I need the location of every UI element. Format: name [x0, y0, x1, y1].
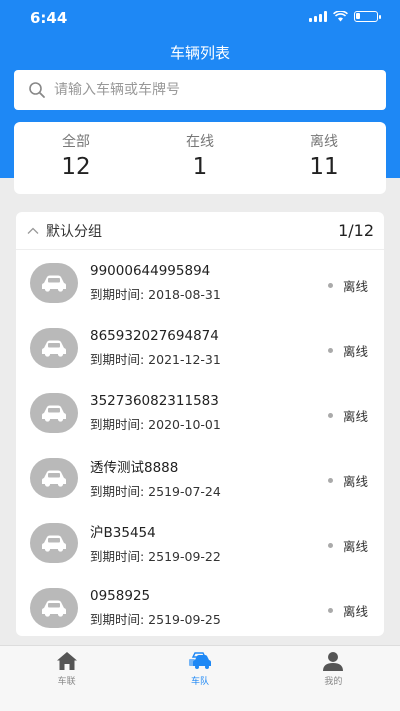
- vehicle-row[interactable]: 沪B35454 到期时间: 2519-09-22 离线: [16, 510, 384, 575]
- stat-label: 全部: [62, 134, 90, 150]
- vehicle-status: 离线: [327, 341, 368, 360]
- car-icon: [42, 340, 66, 357]
- battery-icon: [354, 11, 381, 22]
- vehicle-status-text: 离线: [342, 539, 368, 554]
- car-icon: [42, 275, 66, 292]
- status-icons: [309, 11, 381, 22]
- vehicle-row[interactable]: 352736082311583 到期时间: 2020-10-01 离线: [16, 380, 384, 445]
- tab-label: 我的: [324, 677, 343, 687]
- status-dot: [327, 608, 333, 613]
- vehicle-status: 离线: [327, 471, 368, 490]
- car-avatar: [30, 262, 78, 303]
- car-icon: [42, 535, 66, 552]
- car-avatar: [30, 327, 78, 368]
- group-count: 1/12: [338, 221, 374, 240]
- stat-offline[interactable]: 离线 11: [262, 122, 386, 194]
- chevron-up-icon: [27, 227, 39, 234]
- stat-online[interactable]: 在线 1: [138, 122, 262, 194]
- stat-all[interactable]: 全部 12: [14, 122, 138, 194]
- status-dot: [327, 478, 333, 483]
- car-icon: [42, 405, 66, 422]
- tab-profile[interactable]: 我的: [267, 646, 400, 711]
- vehicle-row[interactable]: 透传测试8888 到期时间: 2519-07-24 离线: [16, 445, 384, 510]
- search-bar[interactable]: [14, 70, 386, 110]
- tab-bar: 车联 车队 我的: [0, 645, 400, 711]
- tab-home[interactable]: 车联: [0, 646, 133, 711]
- car-avatar: [30, 392, 78, 433]
- vehicle-status-text: 离线: [342, 409, 368, 424]
- wifi-icon: [333, 11, 348, 22]
- group-header[interactable]: 默认分组 1/12: [16, 212, 384, 250]
- car-avatar: [30, 457, 78, 498]
- status-dot: [327, 348, 333, 353]
- page-title: 车辆列表: [169, 44, 230, 62]
- stat-value: 1: [192, 154, 208, 180]
- vehicle-status: 离线: [327, 601, 368, 620]
- vehicle-status: 离线: [327, 536, 368, 555]
- vehicle-row[interactable]: 0958925 到期时间: 2519-09-25 离线: [16, 575, 384, 636]
- car-icon: [188, 652, 211, 669]
- tab-label: 车联: [57, 677, 76, 687]
- stat-value: 11: [309, 154, 339, 180]
- search-icon: [29, 82, 45, 98]
- status-time: 6:44: [30, 9, 68, 27]
- tab-fleet[interactable]: 车队: [133, 646, 266, 711]
- search-input[interactable]: [54, 82, 354, 98]
- car-avatar: [30, 522, 78, 563]
- vehicle-status-text: 离线: [342, 474, 368, 489]
- vehicle-status-text: 离线: [342, 344, 368, 359]
- status-dot: [327, 283, 333, 288]
- car-icon: [42, 470, 66, 487]
- stat-label: 离线: [310, 134, 338, 150]
- vehicle-row[interactable]: 865932027694874 到期时间: 2021-12-31 离线: [16, 315, 384, 380]
- vehicle-row[interactable]: 99000644995894 到期时间: 2018-08-31 离线: [16, 250, 384, 315]
- home-icon: [56, 652, 77, 670]
- vehicle-group: 默认分组 1/12 99000644995894 到期时间: 2018-08-3…: [16, 212, 384, 636]
- status-dot: [327, 543, 333, 548]
- stat-label: 在线: [186, 134, 214, 150]
- stat-value: 12: [61, 154, 91, 180]
- vehicle-status: 离线: [327, 276, 368, 295]
- status-dot: [327, 413, 333, 418]
- cellular-signal-icon: [309, 11, 327, 22]
- vehicle-status: 离线: [327, 406, 368, 425]
- vehicle-status-text: 离线: [342, 604, 368, 619]
- vehicle-status-text: 离线: [342, 279, 368, 294]
- car-avatar: [30, 587, 78, 628]
- car-icon: [42, 600, 66, 617]
- tab-label: 车队: [190, 677, 209, 687]
- status-bar: 6:44: [0, 0, 400, 34]
- group-title: 默认分组: [46, 223, 102, 240]
- stats-card: 全部 12 在线 1 离线 11: [14, 122, 386, 194]
- person-icon: [323, 652, 344, 671]
